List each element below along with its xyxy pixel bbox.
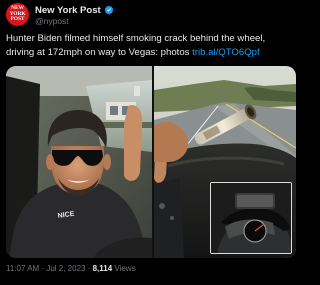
tweet-media[interactable]: NICE xyxy=(6,66,296,258)
handle[interactable]: @nypost xyxy=(35,16,69,26)
views-count: 8,114 xyxy=(92,264,113,273)
views-label: Views xyxy=(112,264,136,273)
verified-badge-icon xyxy=(104,5,113,15)
tweet-time[interactable]: 11:07 AM xyxy=(6,264,39,273)
tweet-text: Hunter Biden filmed himself smoking crac… xyxy=(6,32,296,59)
tweet-date[interactable]: Jul 2, 2023 xyxy=(46,264,85,273)
speedometer-inset-photo[interactable] xyxy=(210,182,292,254)
speedometer-inset-image xyxy=(211,183,291,253)
avatar-logo: NEW YORK POST xyxy=(9,5,26,23)
pipe-over-highway-photo[interactable] xyxy=(154,66,296,258)
tweet-header: NEW YORK POST New York Post @nypost xyxy=(6,3,296,29)
man-in-car-image: NICE xyxy=(6,66,152,258)
meta-separator: · xyxy=(85,264,93,273)
tweet-meta: 11:07 AM · Jul 2, 2023 · 8,114 Views xyxy=(6,264,136,273)
tweet-link[interactable]: trib.al/QTO6Qpf xyxy=(192,47,260,58)
man-in-car-photo[interactable]: NICE xyxy=(6,66,152,258)
display-name[interactable]: New York Post xyxy=(35,5,101,16)
avatar[interactable]: NEW YORK POST xyxy=(6,3,29,26)
name-row: New York Post xyxy=(35,4,114,16)
